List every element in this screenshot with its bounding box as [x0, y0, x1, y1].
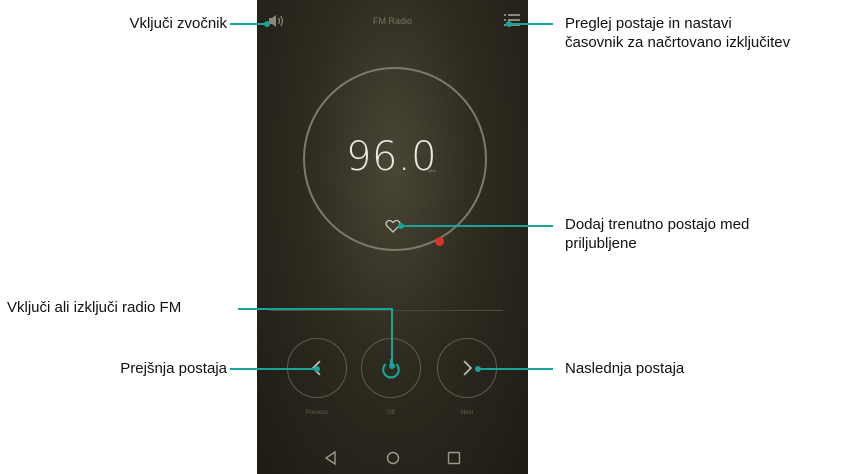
callout-line-power-h: [238, 308, 393, 310]
callout-line-speaker: [230, 23, 266, 25]
callout-label-favorite-1: Dodaj trenutno postajo med: [565, 216, 750, 233]
divider: [269, 310, 503, 311]
callout-label-next: Naslednja postaja: [565, 360, 685, 377]
frequency-unit: MHz: [428, 168, 437, 173]
callout-dot-power: [389, 363, 395, 369]
phone-screen: FM Radio 96.0 MHz Previous Off Next: [257, 0, 528, 474]
callout-line-favorite: [401, 225, 553, 227]
callout-line-previous: [230, 368, 316, 370]
callout-label-previous: Prejšnja postaja: [120, 360, 227, 377]
back-icon[interactable]: [324, 451, 338, 465]
callout-dot-favorite: [398, 223, 404, 229]
home-icon[interactable]: [386, 451, 400, 465]
callout-line-power-v: [391, 308, 393, 366]
callout-dot-next: [475, 366, 481, 372]
callout-label-stations-1: Preglej postaje in nastavi: [565, 15, 732, 32]
callout-line-stations: [509, 23, 553, 25]
power-label: Off: [387, 410, 395, 416]
recents-icon[interactable]: [447, 451, 461, 465]
callout-label-speaker: Vključi zvočnik: [129, 15, 227, 32]
tuning-marker[interactable]: [435, 237, 444, 246]
callout-label-power: Vključi ali izključi radio FM: [7, 299, 182, 316]
app-title: FM Radio: [372, 16, 412, 26]
speaker-icon[interactable]: [267, 13, 285, 29]
callout-line-next: [478, 368, 553, 370]
previous-label: Previous: [305, 410, 329, 416]
frequency-display: 96.0: [346, 134, 438, 180]
callout-label-stations-2: časovnik za načrtovano izključitev: [565, 34, 791, 51]
callout-dot-previous: [314, 366, 320, 372]
callout-dot-speaker: [264, 21, 270, 27]
next-label: Next: [460, 410, 474, 416]
callout-label-favorite-2: priljubljene: [565, 235, 637, 252]
callout-dot-stations: [506, 21, 512, 27]
